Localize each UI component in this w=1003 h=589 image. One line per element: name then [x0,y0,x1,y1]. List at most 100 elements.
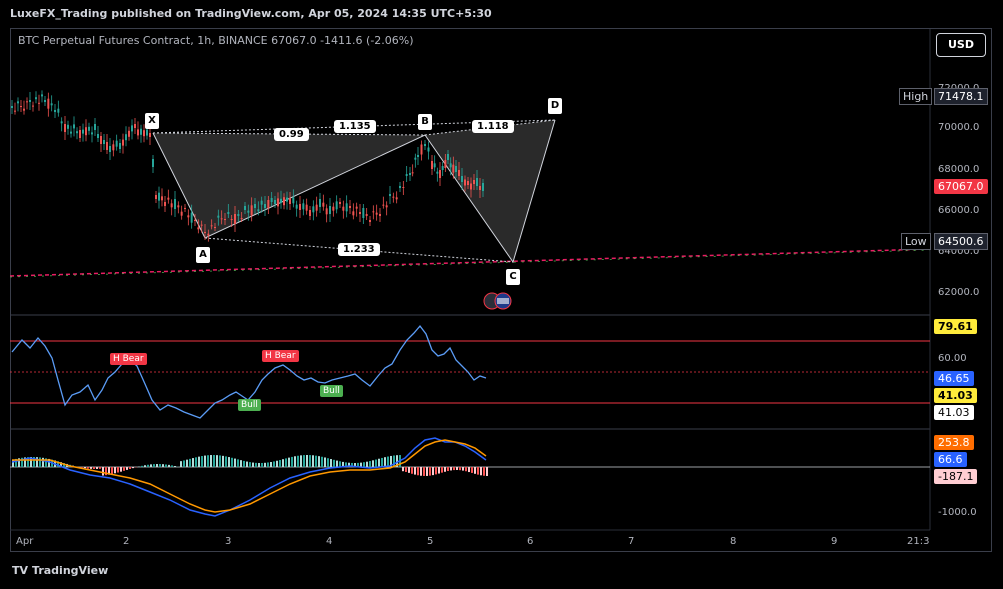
macd-histogram-bar [189,458,191,467]
candle-body [479,186,481,190]
macd-histogram-bar [423,467,425,476]
macd-histogram-bar [306,455,308,467]
macd-histogram-bar [201,456,203,467]
candle-body [155,195,157,199]
candle-body [146,129,148,136]
macd-histogram-bar [459,467,461,471]
candle-body [458,170,460,176]
candle-body [339,202,341,204]
candle-body [50,103,53,106]
macd-histogram-bar [474,467,476,474]
trend-line-overlay [9,249,931,278]
candle-body [292,197,295,204]
candle-body [244,206,246,210]
candle-body [100,136,102,144]
macd-histogram-bar [402,467,404,472]
macd-histogram-bar [165,464,167,467]
macd-histogram-bar [123,467,125,471]
macd-histogram-bar [222,455,224,467]
candle-body [345,203,348,212]
candle-body [134,124,136,128]
harmonic-xab-fill [153,133,425,238]
point-c-label: C [506,269,520,285]
events-icon[interactable] [483,292,513,310]
time-tick: Apr [16,536,34,547]
macd-histogram-bar [255,462,257,467]
candle-body [332,206,335,211]
candle-body [411,172,414,174]
macd-line-badge: 66.6 [934,452,967,467]
macd-histogram-bar [111,467,113,475]
low-value: 64500.6 [934,233,988,250]
tradingview-logo-icon: TV [12,564,29,577]
candle-body [405,174,408,176]
candle-body [449,163,452,168]
macd-histogram-bar [327,458,329,467]
macd-histogram-bar [267,462,269,467]
candle-body [97,134,99,138]
point-b-label: B [418,114,432,130]
macd-histogram-bar [246,461,248,467]
macd-histogram-bar [249,462,251,467]
candle-body [23,108,25,111]
macd-histogram-bar [219,455,221,467]
macd-histogram-bar [339,461,341,467]
macd-histogram-bar [198,456,200,467]
candle-body [305,204,308,211]
macd-histogram-bar [114,467,116,474]
candle-body [214,227,216,228]
high-value: 71478.1 [934,88,988,105]
candle-body [420,144,423,155]
candle-body [399,186,401,188]
macd-histogram-bar [321,456,323,467]
candle-body [152,159,154,167]
time-axis[interactable]: Apr 2 3 4 5 6 7 8 9 21:3 [16,536,929,547]
candle-body [115,140,118,147]
candle-body [200,224,203,226]
macd-histogram-bar [372,460,374,467]
macd-histogram-bar [450,467,452,471]
candle-body [372,211,375,213]
macd-histogram-bar [156,464,158,467]
candle-body [385,205,388,208]
macd-histogram-bar [330,459,332,467]
candle-body [94,124,96,130]
macd-histogram-bar [93,467,95,469]
candle-body [369,220,371,222]
candle-body [167,197,170,200]
candle-body [264,204,266,208]
price-tick: 66000.0 [938,205,979,216]
macd-histogram-bar [453,467,455,471]
macd-histogram-bar [102,467,104,476]
macd-histogram-bar [294,456,296,467]
macd-histogram-bar [279,459,281,467]
candle-body [274,200,276,204]
candle-body [461,176,463,182]
macd-histogram-bar [228,457,230,467]
ratio-label: 1.135 [334,120,376,133]
macd-histogram-bar [300,455,302,467]
macd-histogram-bar [441,467,443,473]
candle-body [315,204,318,211]
candle-body [322,202,325,207]
candle-body [286,197,288,202]
macd-histogram-bar [303,455,305,467]
candle-body [254,204,256,208]
candle-body [309,210,311,216]
tradingview-brand[interactable]: TV TradingView [12,564,108,577]
candle-body [439,170,441,178]
candle-body [464,179,466,186]
candle-body [312,206,315,213]
candle-body [131,125,133,132]
candle-body [76,131,78,134]
macd-histogram-bar [159,464,161,467]
time-tick: 2 [123,536,129,547]
macd-histogram-bar [465,467,467,472]
candle-body [389,194,391,196]
candle-body [342,206,345,211]
macd-histogram-bar [438,467,440,474]
macd-histogram-bar [132,467,134,469]
rsi-level-badge: 79.61 [934,319,977,334]
candle-body [220,218,223,220]
candle-body [57,108,60,113]
